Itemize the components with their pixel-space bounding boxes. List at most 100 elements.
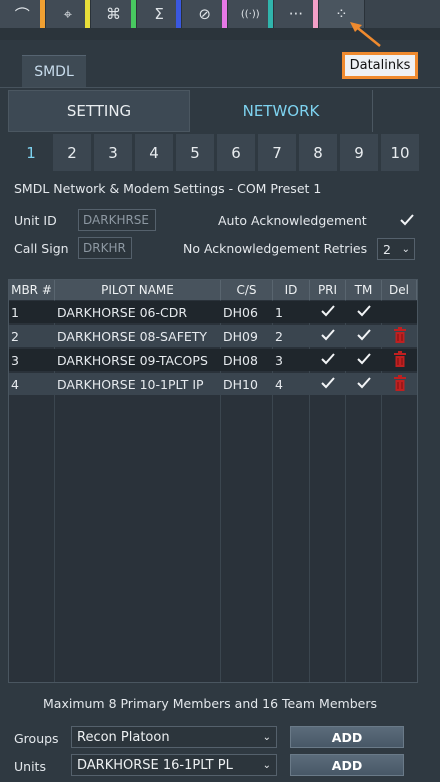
route-icon: ⌒ (14, 5, 30, 24)
column-header-pilot[interactable]: PILOT NAME (55, 280, 221, 300)
chevron-down-icon: ⌄ (401, 243, 410, 255)
column-header-cs[interactable]: C/S (221, 280, 273, 300)
cell-id: 3 (275, 352, 283, 368)
auto-ack-checkbox[interactable] (398, 211, 416, 229)
table-row[interactable]: 4 DARKHORSE 10-1PLT IP DH10 4 (9, 373, 417, 395)
table-row[interactable]: 1 DARKHORSE 06-CDR DH06 1 (9, 301, 417, 323)
trash-icon (393, 326, 406, 346)
section-title: SMDL Network & Modem Settings - COM Pres… (14, 181, 322, 196)
trash-icon (393, 374, 406, 394)
cancel-icon: ⊘ (198, 5, 211, 23)
preset-button-1[interactable]: 1 (12, 134, 50, 171)
trash-icon (393, 350, 406, 370)
preset-button-5[interactable]: 5 (176, 134, 214, 171)
preset-button-7[interactable]: 7 (258, 134, 296, 171)
tm-checkbox[interactable] (346, 301, 382, 323)
datalinks-icon: ⁘ (335, 5, 348, 23)
retries-value: 2 (383, 241, 391, 257)
groups-select[interactable]: Recon Platoon ⌄ (71, 726, 277, 748)
cell-id: 4 (275, 376, 283, 392)
more-icon: ··· (288, 5, 304, 23)
cell-pilot: DARKHORSE 08-SAFETY (57, 328, 208, 344)
toolbar-button-more[interactable]: ··· (273, 0, 320, 28)
groups-value: Recon Platoon (77, 729, 170, 745)
chevron-down-icon: ⌄ (262, 731, 271, 743)
tab-setting[interactable]: SETTING (8, 90, 190, 132)
cell-pilot: DARKHORSE 06-CDR (57, 304, 188, 320)
target-icon: ⌖ (63, 5, 73, 23)
cell-id: 1 (275, 304, 283, 320)
cell-mbr: 4 (11, 376, 19, 392)
datalinks-tooltip: Datalinks (342, 52, 418, 79)
pri-checkbox[interactable] (310, 325, 346, 347)
retries-label: No Acknowledgement Retries (183, 241, 368, 256)
check-icon (320, 328, 336, 345)
check-icon (400, 214, 414, 226)
toolbar-button-route[interactable]: ⌒ (0, 0, 46, 28)
pri-checkbox[interactable] (310, 349, 346, 371)
check-icon (356, 328, 372, 345)
radio-icon: ((·)) (240, 8, 260, 20)
tab-smdl[interactable]: SMDL (22, 55, 86, 87)
toolbar-color-stripe (313, 0, 319, 28)
cell-mbr: 1 (11, 304, 19, 320)
preset-button-4[interactable]: 4 (135, 134, 173, 171)
column-header-tm[interactable]: TM (346, 280, 382, 300)
mode-selector: SETTING NETWORK (8, 90, 432, 132)
check-icon (320, 304, 336, 321)
column-header-pri[interactable]: PRI (310, 280, 346, 300)
check-icon (356, 304, 372, 321)
retries-select[interactable]: 2 ⌄ (377, 238, 415, 260)
toolbar-button-command[interactable]: ⌘ (91, 0, 137, 28)
call-sign-field[interactable]: DRKHR (78, 237, 132, 259)
delete-member-button[interactable] (382, 349, 417, 371)
toolbar-color-stripe (39, 0, 45, 28)
check-icon (320, 376, 336, 393)
preset-button-10[interactable]: 10 (381, 134, 419, 171)
cell-cs: DH06 (223, 304, 258, 320)
column-header-del[interactable]: Del (382, 280, 417, 300)
cell-id: 2 (275, 328, 283, 344)
tooltip-arrow-icon (350, 22, 381, 47)
unit-id-field[interactable]: DARKHRSE (78, 209, 156, 231)
groups-label: Groups (14, 731, 59, 746)
tm-checkbox[interactable] (346, 373, 382, 395)
tab-divider (0, 87, 440, 88)
pri-checkbox[interactable] (310, 373, 346, 395)
preset-button-9[interactable]: 9 (340, 134, 378, 171)
toolbar-color-stripe (176, 0, 182, 28)
column-header-id[interactable]: ID (273, 280, 310, 300)
delete-member-button[interactable] (382, 373, 417, 395)
toolbar-button-sigma[interactable]: Σ (136, 0, 183, 28)
table-row[interactable]: 2 DARKHORSE 08-SAFETY DH09 2 (9, 325, 417, 347)
check-icon (320, 352, 336, 369)
toolbar-color-stripe (267, 0, 273, 28)
pri-checkbox[interactable] (310, 301, 346, 323)
members-limit-note: Maximum 8 Primary Members and 16 Team Me… (43, 696, 377, 711)
check-icon (356, 376, 372, 393)
toolbar-color-stripe (221, 0, 227, 28)
tm-checkbox[interactable] (346, 349, 382, 371)
cell-cs: DH08 (223, 352, 258, 368)
add-group-button[interactable]: ADD (290, 726, 404, 748)
preset-button-6[interactable]: 6 (217, 134, 255, 171)
delete-member-button[interactable] (382, 301, 417, 323)
column-header-mbr[interactable]: MBR # (9, 280, 55, 300)
preset-button-2[interactable]: 2 (53, 134, 91, 171)
chevron-down-icon: ⌄ (262, 759, 271, 771)
toolbar-button-radio[interactable]: ((·)) (227, 0, 274, 28)
delete-member-button[interactable] (382, 325, 417, 347)
cell-pilot: DARKHORSE 09-TACOPS (57, 352, 208, 368)
preset-button-8[interactable]: 8 (299, 134, 337, 171)
units-select[interactable]: DARKHORSE 16-1PLT PL ⌄ (71, 754, 277, 776)
tab-network[interactable]: NETWORK (190, 90, 372, 132)
tm-checkbox[interactable] (346, 325, 382, 347)
unit-id-label: Unit ID (14, 213, 57, 228)
table-row[interactable]: 3 DARKHORSE 09-TACOPS DH08 3 (9, 349, 417, 371)
sigma-icon: Σ (154, 5, 164, 23)
preset-button-3[interactable]: 3 (94, 134, 132, 171)
add-unit-button[interactable]: ADD (290, 754, 404, 776)
toolbar-button-target[interactable]: ⌖ (45, 0, 92, 28)
toolbar-button-cancel[interactable]: ⊘ (182, 0, 228, 28)
preset-selector: 1 2 3 4 5 6 7 8 9 10 (12, 134, 419, 171)
